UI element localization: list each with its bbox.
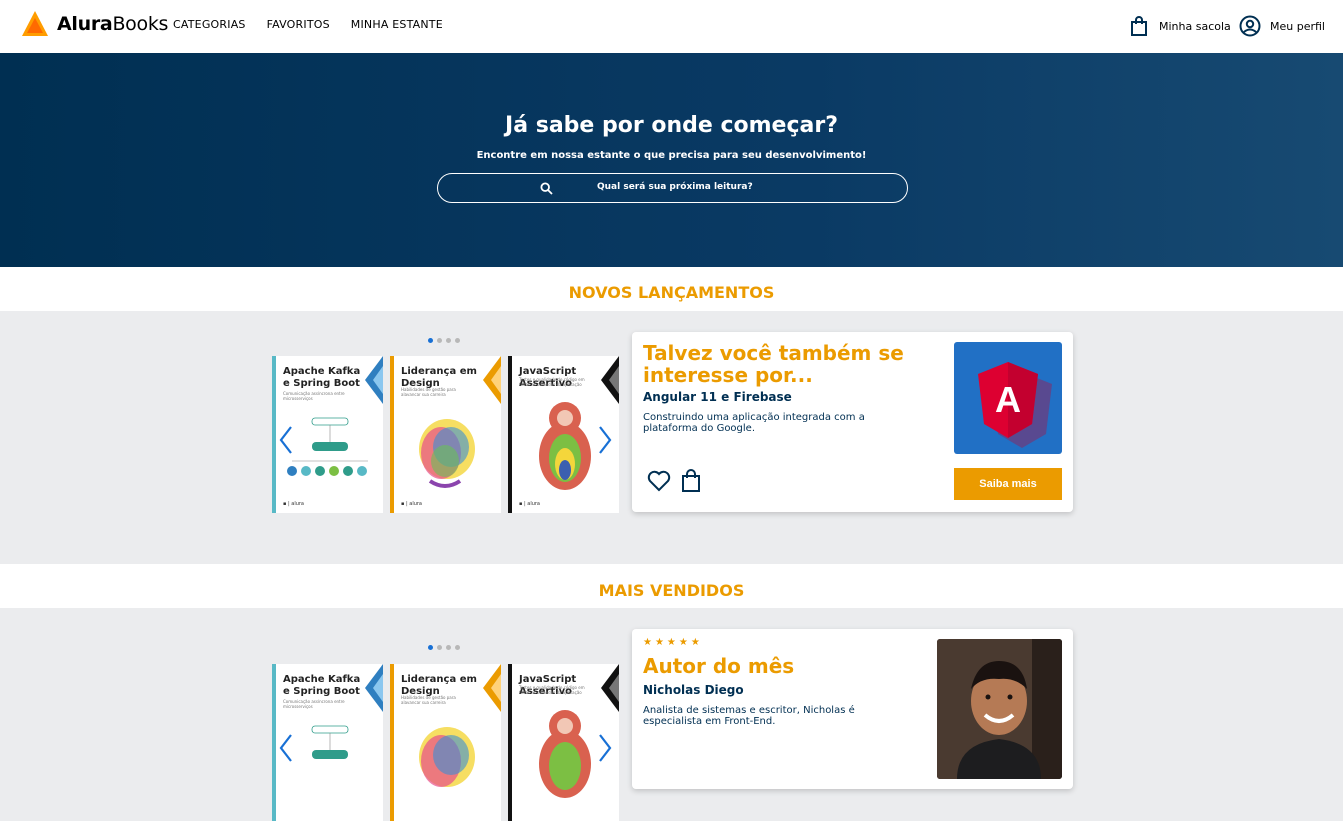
book-title: Apache Kafka e Spring Boot xyxy=(283,674,361,697)
svg-text:A: A xyxy=(995,379,1021,420)
rating-stars: ★★★★★ xyxy=(643,637,703,648)
book-subtitle: Testes e qualidade de código em todas as… xyxy=(519,377,585,387)
profile-link[interactable]: Meu perfil xyxy=(1239,15,1325,37)
card-heading: Autor do mês xyxy=(643,654,795,678)
nav-categorias[interactable]: CATEGORIAS xyxy=(173,18,246,31)
book-subtitle: Testes e qualidade de código em todas as… xyxy=(519,685,585,695)
book-publisher: ▪ | alura xyxy=(401,501,422,507)
author-description: Analista de sistemas e escritor, Nichola… xyxy=(643,705,855,728)
section-title-mais-vendidos: MAIS VENDIDOS xyxy=(0,564,1343,608)
book-title: Liderança em Design xyxy=(401,366,477,389)
book-title: Liderança em Design xyxy=(401,674,477,697)
nav-favoritos[interactable]: FAVORITOS xyxy=(267,18,330,31)
cover-tag-icon xyxy=(365,356,383,404)
cover-nesting-doll-icon xyxy=(539,710,591,798)
carousel-dot[interactable] xyxy=(455,645,460,650)
card-heading: Talvez você também se interesse por... xyxy=(643,341,904,388)
book-thumbnail: A xyxy=(954,342,1062,454)
cover-tag-icon xyxy=(483,664,501,712)
cover-tag-icon xyxy=(601,664,619,712)
carousel-next-icon[interactable] xyxy=(597,425,613,455)
saiba-mais-button[interactable]: Saiba mais xyxy=(954,468,1062,500)
author-name: Nicholas Diego xyxy=(643,683,744,697)
cover-diagram-icon xyxy=(311,725,349,759)
section-title-novos: NOVOS LANÇAMENTOS xyxy=(0,267,1343,311)
nav-minha-estante[interactable]: MINHA ESTANTE xyxy=(351,18,443,31)
bag-link[interactable]: Minha sacola xyxy=(1128,15,1231,37)
book-carousel: Apache Kafka e Spring Boot Comunicação a… xyxy=(272,356,619,513)
book-subtitle: Comunicação assíncrona entre microsservi… xyxy=(283,699,345,709)
carousel-dot[interactable] xyxy=(437,645,442,650)
search-icon xyxy=(540,182,553,195)
book-cover[interactable]: Liderança em Design Habilidades de gestã… xyxy=(390,356,501,513)
book-publisher: ▪ | alura xyxy=(519,501,540,507)
book-subtitle: Habilidades de gestão para alavancar sua… xyxy=(401,695,456,705)
carousel-dot[interactable] xyxy=(455,338,460,343)
author-photo xyxy=(937,639,1062,779)
favorite-heart-icon[interactable] xyxy=(646,468,672,494)
cover-tag-icon xyxy=(483,356,501,404)
carousel-dot[interactable] xyxy=(446,645,451,650)
cover-head-art-icon xyxy=(419,727,475,787)
book-carousel: Apache Kafka e Spring Boot Comunicação a… xyxy=(272,664,619,821)
carousel-dot[interactable] xyxy=(446,338,451,343)
hero-banner: Já sabe por onde começar? Encontre em no… xyxy=(0,53,1343,267)
book-subtitle: Habilidades de gestão para alavancar sua… xyxy=(401,387,456,397)
cover-tag-icon xyxy=(601,356,619,404)
carousel-next-icon[interactable] xyxy=(597,733,613,763)
cover-nesting-doll-icon xyxy=(539,402,591,490)
carousel-prev-icon[interactable] xyxy=(278,425,294,455)
author-card: ★★★★★ Autor do mês Nicholas Diego Analis… xyxy=(632,629,1073,789)
bag-label: Minha sacola xyxy=(1159,19,1231,33)
search-placeholder: Qual será sua próxima leitura? xyxy=(597,182,753,192)
main-nav: CATEGORIAS FAVORITOS MINHA ESTANTE xyxy=(173,18,464,31)
recommendation-card: Talvez você também se interesse por... A… xyxy=(632,332,1073,512)
carousel-dot[interactable] xyxy=(437,338,442,343)
top-header: AluraBooks CATEGORIAS FAVORITOS MINHA ES… xyxy=(0,0,1343,53)
alura-logo-icon xyxy=(22,11,48,36)
add-to-bag-icon[interactable] xyxy=(678,468,704,494)
search-input[interactable]: Qual será sua próxima leitura? xyxy=(437,173,908,203)
cover-head-art-icon xyxy=(419,419,475,488)
author-portrait-icon xyxy=(937,639,1062,779)
hero-title: Já sabe por onde começar? xyxy=(505,113,838,138)
cover-tag-icon xyxy=(365,664,383,712)
book-title: Apache Kafka e Spring Boot xyxy=(283,366,361,389)
brand-name: AluraBooks xyxy=(57,13,169,35)
carousel-dots xyxy=(428,338,460,343)
profile-label: Meu perfil xyxy=(1270,19,1325,33)
hero-subtitle: Encontre em nossa estante o que precisa … xyxy=(476,150,867,161)
book-cover[interactable]: Liderança em Design Habilidades de gestã… xyxy=(390,664,501,821)
carousel-dots xyxy=(428,645,460,650)
carousel-dot[interactable] xyxy=(428,338,433,343)
user-circle-icon xyxy=(1239,15,1261,37)
cover-diagram-icon xyxy=(287,417,368,476)
angular-logo-icon: A xyxy=(978,362,1052,448)
carousel-prev-icon[interactable] xyxy=(278,733,294,763)
book-description: Construindo uma aplicação integrada com … xyxy=(643,412,865,435)
book-name: Angular 11 e Firebase xyxy=(643,390,792,404)
brand-logo[interactable]: AluraBooks xyxy=(21,10,168,38)
carousel-dot[interactable] xyxy=(428,645,433,650)
shopping-bag-icon xyxy=(1131,16,1147,36)
book-publisher: ▪ | alura xyxy=(283,501,304,507)
book-subtitle: Comunicação assíncrona entre microsservi… xyxy=(283,391,345,401)
